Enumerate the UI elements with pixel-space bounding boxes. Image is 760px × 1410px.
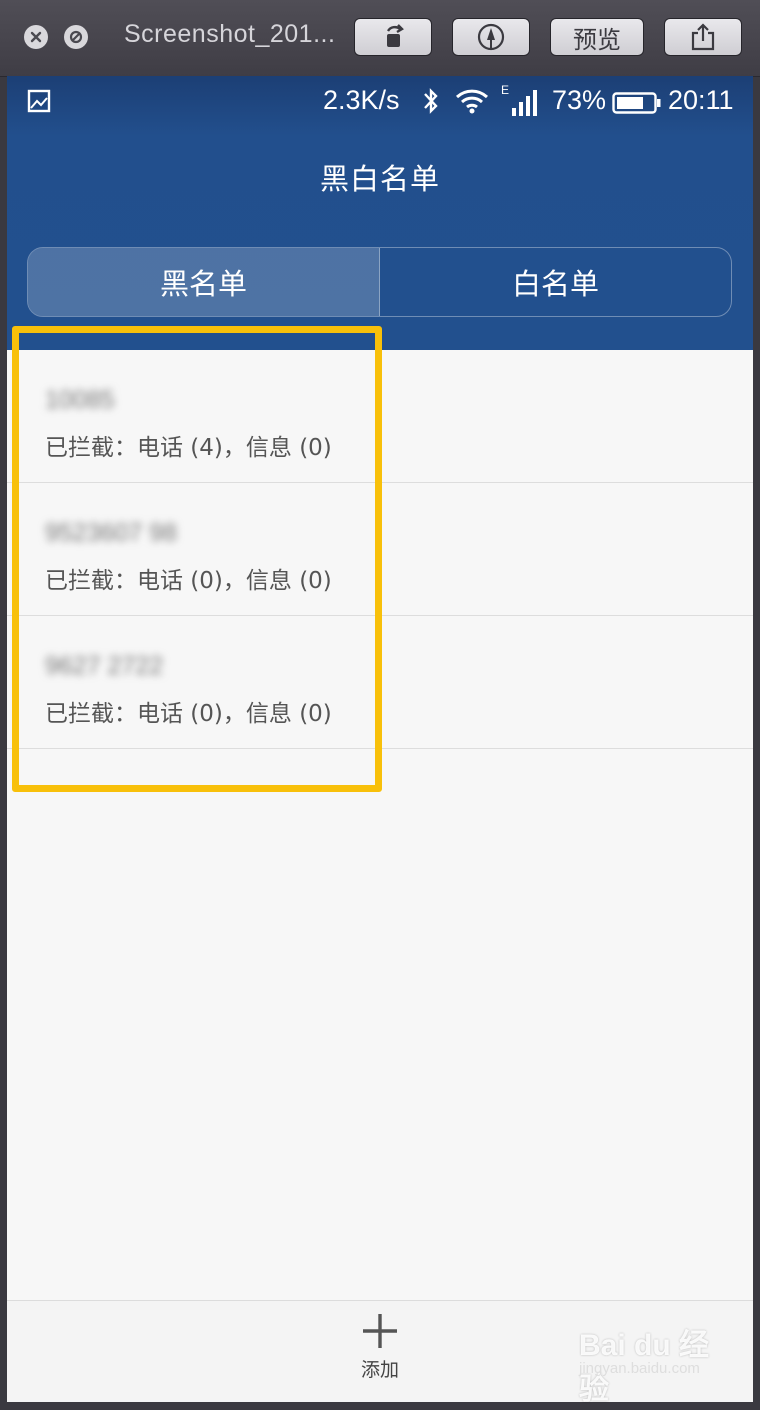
bluetooth-icon — [421, 86, 441, 123]
share-button[interactable] — [664, 18, 742, 56]
cellular-signal-icon: E — [501, 82, 545, 125]
window-title: Screenshot_201... — [124, 20, 336, 48]
disabled-window-icon[interactable] — [64, 25, 88, 49]
screenshot-notification-icon — [27, 89, 51, 120]
markup-button[interactable] — [452, 18, 530, 56]
battery-icon — [612, 90, 662, 121]
plus-icon — [363, 1314, 397, 1348]
status-time: 20:11 — [668, 85, 734, 115]
wifi-icon — [454, 88, 490, 121]
tab-blacklist[interactable]: 黑名单 — [28, 248, 380, 316]
highlight-annotation-box — [12, 326, 382, 792]
app-header: 2.3K/s E 73% 20:11 黑白名单 黑名单 白名单 — [7, 76, 753, 350]
close-window-icon[interactable] — [24, 25, 48, 49]
svg-text:E: E — [501, 83, 509, 97]
add-button[interactable]: 添加 — [340, 1311, 420, 1401]
phone-screen: 2.3K/s E 73% 20:11 黑白名单 黑名单 白名单 10085 已拦… — [7, 76, 753, 1402]
status-bar: 2.3K/s E 73% 20:11 — [7, 76, 753, 126]
baidu-watermark-logo: Bai du 经验 jingyan.baidu.com — [573, 1320, 733, 1406]
watermark-url: jingyan.baidu.com — [579, 1360, 700, 1377]
preview-button[interactable]: 预览 — [550, 18, 644, 56]
battery-percent: 73% — [552, 85, 607, 115]
list-type-tabs: 黑名单 白名单 — [27, 247, 732, 317]
network-speed: 2.3K/s — [323, 85, 400, 115]
rotate-button[interactable] — [354, 18, 432, 56]
tab-whitelist[interactable]: 白名单 — [380, 248, 731, 316]
window-titlebar: Screenshot_201... 预览 — [0, 0, 760, 77]
markup-pen-icon — [477, 23, 505, 51]
page-title: 黑白名单 — [319, 162, 440, 196]
share-icon — [691, 23, 715, 51]
rotate-icon — [386, 24, 404, 47]
add-label: 添加 — [360, 1359, 399, 1381]
